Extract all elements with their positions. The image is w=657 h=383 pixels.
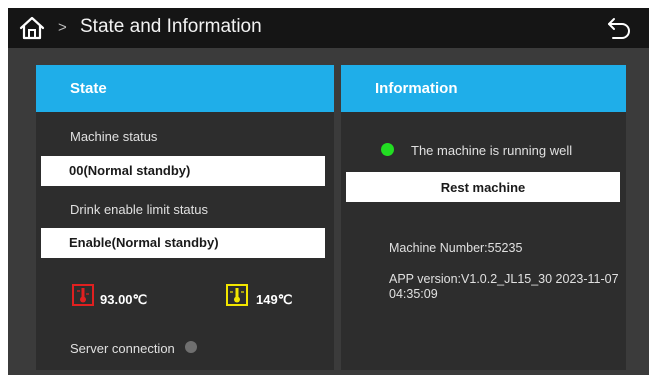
temperature-1-value: 93.00℃ <box>100 292 148 307</box>
running-status-indicator <box>381 143 394 156</box>
top-bar: > State and Information <box>8 8 649 48</box>
temperature-2-value: 149℃ <box>256 292 293 307</box>
app-version: APP version:V1.0.2_JL15_30 2023-11-07 04… <box>389 272 619 301</box>
home-icon[interactable] <box>18 15 46 41</box>
information-panel-header: Information <box>341 65 626 112</box>
machine-status-label: Machine status <box>70 129 158 144</box>
server-connection-indicator <box>185 341 197 353</box>
thermometer-red-icon <box>72 284 94 306</box>
running-status-text: The machine is running well <box>411 143 573 158</box>
state-panel-header: State <box>36 65 334 112</box>
thermometer-yellow-icon <box>226 284 248 306</box>
state-panel: State Machine status 00(Normal standby) … <box>36 65 334 370</box>
server-connection-label: Server connection <box>70 341 175 356</box>
back-arrow-icon[interactable] <box>605 15 633 41</box>
breadcrumb-chevron: > <box>58 19 67 36</box>
information-panel: Information The machine is running well … <box>341 65 626 370</box>
screen: > State and Information State Machine st… <box>8 8 649 375</box>
machine-number: Machine Number:55235 <box>389 241 523 255</box>
drink-limit-label: Drink enable limit status <box>70 202 208 217</box>
machine-status-value: 00(Normal standby) <box>41 156 325 186</box>
drink-limit-value: Enable(Normal standby) <box>41 228 325 258</box>
reset-machine-button[interactable]: Rest machine <box>346 172 620 202</box>
page-title: State and Information <box>80 16 262 37</box>
